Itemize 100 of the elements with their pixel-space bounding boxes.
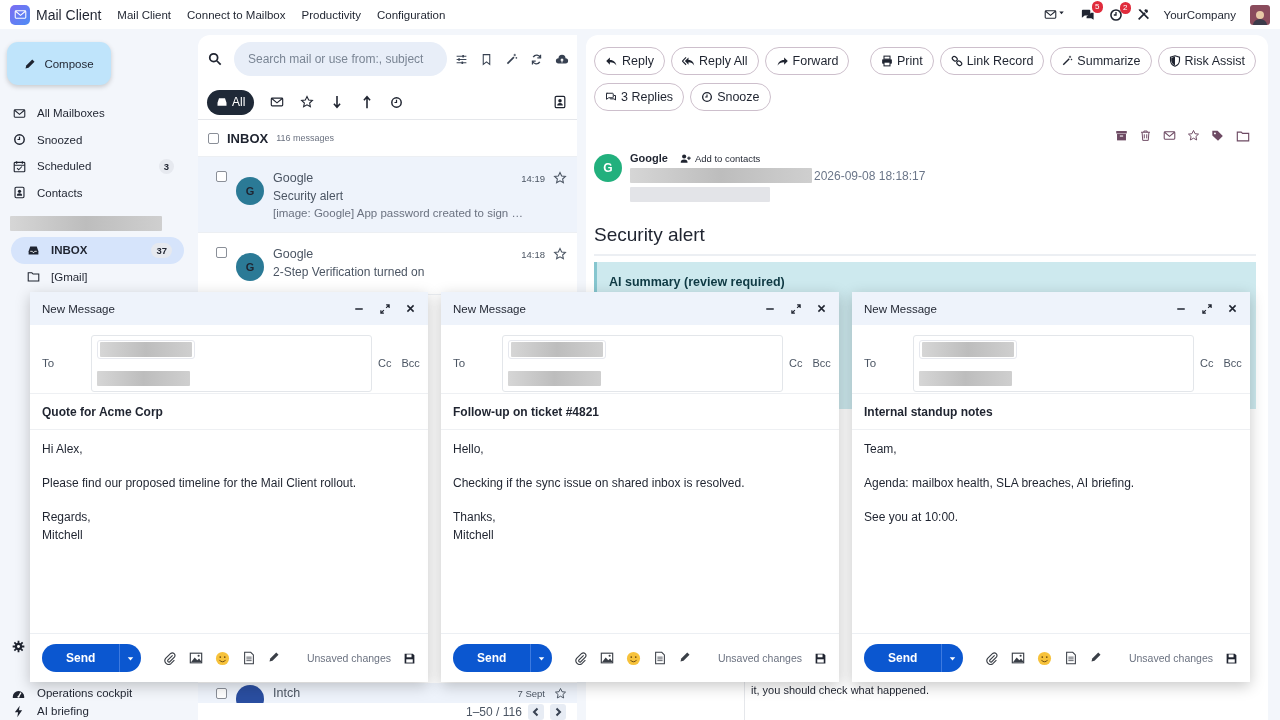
emoji-icon[interactable] <box>215 650 231 666</box>
sidebar-item[interactable]: Contacts <box>7 179 186 206</box>
archive-icon[interactable] <box>1115 129 1128 142</box>
cloud-icon[interactable] <box>555 52 569 66</box>
bcc-link[interactable]: Bcc <box>401 357 420 369</box>
expand-button[interactable] <box>1201 302 1213 315</box>
document-icon[interactable] <box>242 650 257 665</box>
star-icon[interactable] <box>553 171 567 185</box>
close-button[interactable] <box>816 303 827 314</box>
menu-item[interactable]: Configuration <box>376 8 446 21</box>
sliders-icon[interactable] <box>455 52 468 66</box>
bcc-link[interactable]: Bcc <box>1223 357 1242 369</box>
save-icon[interactable] <box>814 651 827 665</box>
folder-item[interactable]: [Gmail] <box>11 263 184 290</box>
menu-item[interactable]: Connect to Mailbox <box>187 8 286 21</box>
sidebar-item[interactable]: Operations cockpit <box>37 687 133 699</box>
message-row[interactable]: G Google 14:19 Security alert [image: Google] App password created to sign … <box>198 157 577 233</box>
emoji-icon[interactable] <box>626 650 642 666</box>
pencil-icon[interactable] <box>1090 650 1103 663</box>
recipients-field[interactable] <box>913 334 1194 392</box>
send-button[interactable]: Send <box>864 644 942 672</box>
star-icon[interactable] <box>1187 129 1200 142</box>
document-icon[interactable] <box>653 650 668 665</box>
sidebar-item[interactable]: AI briefing <box>37 705 89 717</box>
add-to-contacts-button[interactable]: Add to contacts <box>679 152 761 164</box>
send-options-button[interactable] <box>119 644 142 672</box>
recipients-field[interactable] <box>502 334 783 392</box>
magic-wand-icon[interactable] <box>505 52 518 66</box>
recipients-field[interactable] <box>91 334 372 392</box>
cc-link[interactable]: Cc <box>378 357 392 369</box>
image-icon[interactable] <box>1011 650 1026 665</box>
menu-item[interactable]: Mail Client <box>117 8 172 21</box>
paperclip-icon[interactable] <box>985 650 1000 665</box>
search-field[interactable]: Search mail or use from:, subject <box>234 42 447 76</box>
expand-button[interactable] <box>790 302 802 315</box>
menu-item[interactable]: Productivity <box>301 8 361 21</box>
filter-chip[interactable]: All <box>207 89 255 115</box>
checkbox[interactable] <box>208 132 219 144</box>
action-button[interactable]: 3 Replies <box>594 83 685 111</box>
tags-icon[interactable] <box>1211 129 1225 143</box>
close-button[interactable] <box>1227 303 1238 314</box>
document-icon[interactable] <box>1064 650 1079 665</box>
checkbox[interactable] <box>216 247 227 258</box>
send-button[interactable]: Send <box>453 644 531 672</box>
settings-icon[interactable] <box>12 639 25 653</box>
action-button[interactable]: Forward <box>764 47 850 75</box>
next-page-button[interactable] <box>549 703 566 720</box>
save-icon[interactable] <box>403 651 416 665</box>
clock-icon[interactable] <box>1108 7 1123 22</box>
folder-icon[interactable] <box>1236 129 1250 143</box>
bcc-link[interactable]: Bcc <box>812 357 831 369</box>
subject-field[interactable]: Follow-up on ticket #4821 <box>441 394 839 430</box>
folder-item[interactable]: INBOX 37 <box>11 237 184 264</box>
sidebar-item[interactable]: Scheduled 3 <box>7 153 186 180</box>
pencil-icon[interactable] <box>268 650 281 663</box>
compose-button[interactable]: Compose <box>7 42 111 85</box>
contacts-icon[interactable] <box>553 95 567 109</box>
chat-icon[interactable] <box>1079 7 1095 22</box>
image-icon[interactable] <box>600 650 615 665</box>
star-icon[interactable] <box>300 95 315 109</box>
envelope-icon[interactable] <box>270 95 285 109</box>
user-avatar[interactable] <box>1250 4 1270 25</box>
envelope-icon[interactable] <box>1163 129 1176 142</box>
tools-icon[interactable] <box>1136 8 1150 21</box>
checkbox[interactable] <box>216 687 227 699</box>
sidebar-item[interactable]: Snoozed <box>7 126 186 153</box>
star-icon[interactable] <box>554 686 567 700</box>
cc-link[interactable]: Cc <box>1200 357 1214 369</box>
company-name[interactable]: YourCompany <box>1163 8 1236 21</box>
expand-button[interactable] <box>379 302 391 315</box>
envelope-icon[interactable] <box>1043 8 1057 21</box>
star-icon[interactable] <box>553 247 567 261</box>
send-button[interactable]: Send <box>42 644 120 672</box>
subject-field[interactable]: Quote for Acme Corp <box>30 394 428 430</box>
emoji-icon[interactable] <box>1037 650 1053 666</box>
paperclip-icon[interactable] <box>574 650 589 665</box>
previous-page-button[interactable] <box>527 703 544 720</box>
save-icon[interactable] <box>1225 651 1238 665</box>
subject-field[interactable]: Internal standup notes <box>852 394 1250 430</box>
bookmark-icon[interactable] <box>480 52 493 66</box>
action-button[interactable]: Reply All <box>670 47 759 75</box>
send-options-button[interactable] <box>941 644 964 672</box>
send-options-button[interactable] <box>530 644 553 672</box>
trash-icon[interactable] <box>1139 129 1152 142</box>
action-button[interactable]: Summarize <box>1050 47 1152 75</box>
cc-link[interactable]: Cc <box>789 357 803 369</box>
clock-icon[interactable] <box>390 95 404 109</box>
caret-icon[interactable] <box>1056 8 1066 17</box>
paperclip-icon[interactable] <box>163 650 178 665</box>
action-button[interactable]: Link Record <box>939 47 1045 75</box>
image-icon[interactable] <box>189 650 204 665</box>
action-button[interactable]: Reply <box>594 47 665 75</box>
refresh-icon[interactable] <box>530 52 543 66</box>
pencil-icon[interactable] <box>679 650 692 663</box>
checkbox[interactable] <box>216 171 227 182</box>
action-button[interactable]: Snooze <box>690 83 771 111</box>
close-button[interactable] <box>405 303 416 314</box>
sidebar-item[interactable]: All Mailboxes <box>7 100 186 127</box>
action-button[interactable]: Print <box>869 47 934 75</box>
action-button[interactable]: Risk Assist <box>1157 47 1256 75</box>
